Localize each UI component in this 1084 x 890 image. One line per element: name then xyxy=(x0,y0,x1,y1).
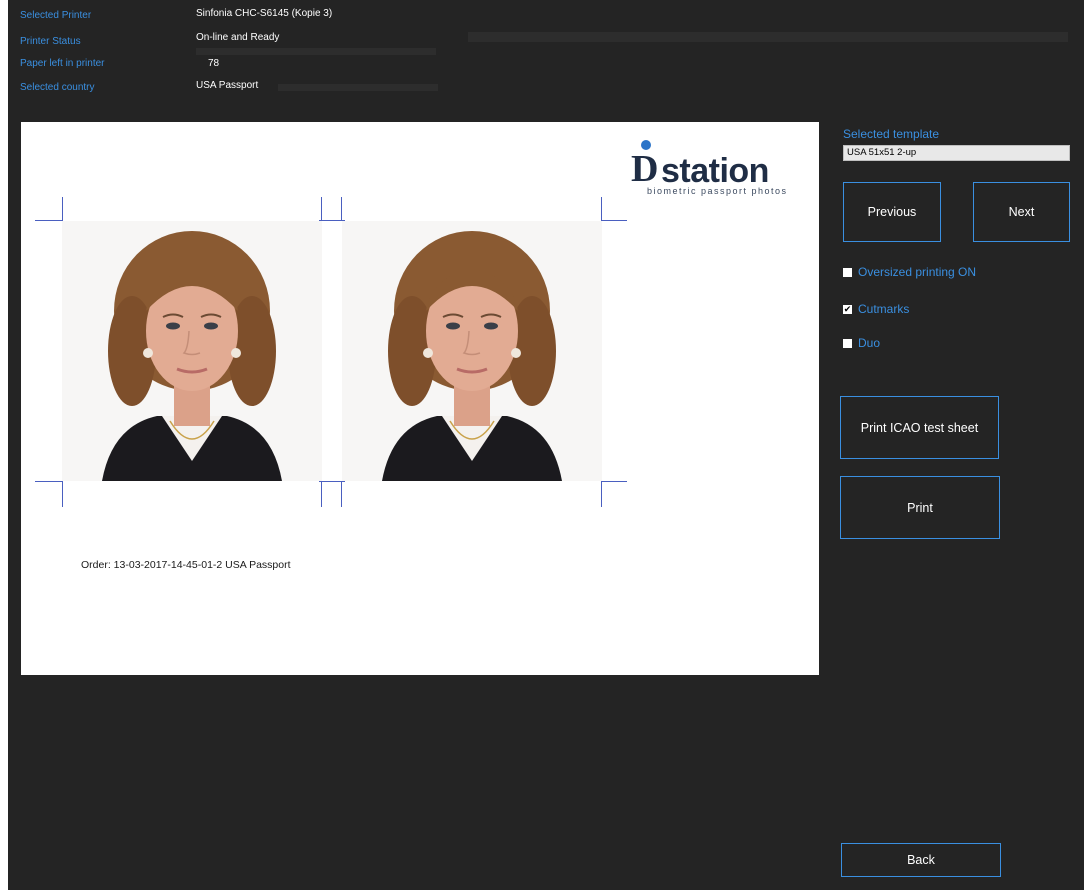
print-button[interactable]: Print xyxy=(840,476,1000,539)
oversized-checkbox-label: Oversized printing ON xyxy=(858,265,977,279)
portrait-photo-1-icon xyxy=(62,221,322,481)
duo-checkbox-label: Duo xyxy=(858,336,881,350)
order-number: Order: 13-03-2017-14-45-01-2 USA Passpor… xyxy=(81,559,291,571)
next-button[interactable]: Next xyxy=(973,182,1070,242)
template-field[interactable]: USA 51x51 2-up xyxy=(843,145,1070,161)
cutmark-top-right-v xyxy=(601,197,602,221)
cutmark-top-mid-1 xyxy=(321,197,322,221)
duo-checkbox-box[interactable] xyxy=(843,338,852,348)
passport-photo-1 xyxy=(62,221,322,481)
country-bar xyxy=(278,84,438,91)
printer-status-value: On-line and Ready xyxy=(196,32,280,43)
status-bar-right xyxy=(468,32,1068,42)
cutmark-bottom-left-v xyxy=(62,481,63,507)
print-preview: D station biometric passport photos Orde… xyxy=(21,122,819,675)
selected-country-value: USA Passport xyxy=(196,80,259,91)
duo-checkbox[interactable]: Duo xyxy=(843,336,880,350)
selected-printer-label: Selected Printer xyxy=(20,10,92,21)
cutmark-top-left-v xyxy=(62,197,63,221)
logo-i-icon: D xyxy=(631,148,659,190)
cutmark-bottom-right-h xyxy=(601,481,627,482)
printer-status-label: Printer Status xyxy=(20,36,81,47)
cutmark-top-right-h xyxy=(601,220,627,221)
cutmark-bottom-mid-1 xyxy=(321,481,322,507)
status-bar xyxy=(196,48,436,55)
paper-left-value: 78 xyxy=(208,58,220,69)
cutmark-top-left-h xyxy=(35,220,63,221)
cutmark-bottom-left-h xyxy=(35,481,63,482)
cutmarks-checkbox-box[interactable]: ✔ xyxy=(843,304,852,314)
cutmarks-checkbox[interactable]: ✔ Cutmarks xyxy=(843,302,909,316)
cutmark-top-mid-2 xyxy=(341,197,342,221)
paper-left-label: Paper left in printer xyxy=(20,58,105,69)
selected-template-label: Selected template xyxy=(843,127,940,141)
selected-printer-value: Sinfonia CHC-S6145 (Kopie 3) xyxy=(196,8,333,19)
portrait-photo-2-icon xyxy=(342,221,602,481)
oversized-printing-checkbox[interactable]: Oversized printing ON xyxy=(843,265,976,279)
back-button[interactable]: Back xyxy=(841,843,1001,877)
cutmark-bottom-mid-2 xyxy=(341,481,342,507)
oversized-checkbox-box[interactable] xyxy=(843,267,852,277)
logo-wordmark: station xyxy=(661,152,769,190)
passport-photo-2 xyxy=(342,221,602,481)
idstation-logo: D station biometric passport photos xyxy=(631,140,803,200)
previous-button[interactable]: Previous xyxy=(843,182,941,242)
print-icao-test-sheet-button[interactable]: Print ICAO test sheet xyxy=(840,396,999,459)
logo-tagline: biometric passport photos xyxy=(647,186,788,196)
cutmarks-checkbox-label: Cutmarks xyxy=(858,302,910,316)
cutmark-bottom-right-v xyxy=(601,481,602,507)
selected-country-label: Selected country xyxy=(20,82,95,93)
app-window: Selected Printer Sinfonia CHC-S6145 (Kop… xyxy=(8,0,1084,890)
